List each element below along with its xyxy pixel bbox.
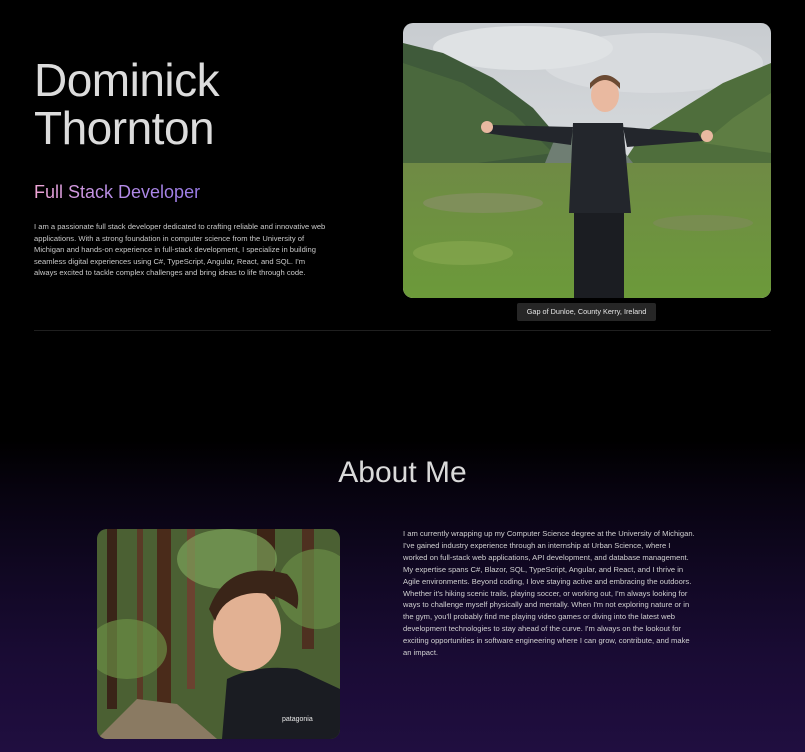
hero-name-first: Dominick bbox=[34, 54, 220, 106]
hero-role: Full Stack Developer bbox=[34, 182, 201, 202]
section-divider bbox=[34, 330, 771, 331]
about-text: I am currently wrapping up my Computer S… bbox=[403, 529, 695, 658]
hero-name-last: Thornton bbox=[34, 102, 215, 154]
hero-photo bbox=[403, 23, 771, 298]
about-heading: About Me bbox=[338, 456, 467, 489]
hero-name: Dominick Thornton bbox=[34, 54, 220, 154]
hero-bio: I am a passionate full stack developer d… bbox=[34, 222, 326, 278]
about-photo: patagonia bbox=[97, 529, 340, 739]
photo-caption: Gap of Dunloe, County Kerry, Ireland bbox=[517, 303, 656, 321]
shirt-logo: patagonia bbox=[282, 716, 313, 723]
